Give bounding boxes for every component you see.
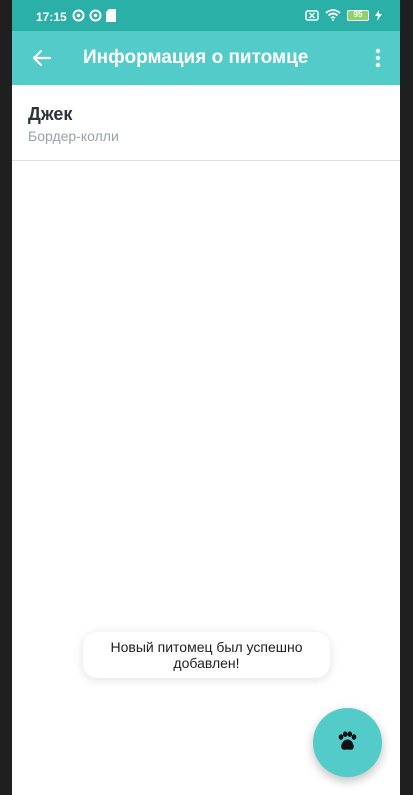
pet-breed: Бордер-колли — [28, 128, 119, 144]
pet-name: Джек — [28, 104, 73, 124]
sync-icon-2 — [89, 9, 102, 22]
pet-list-item[interactable]: Джек Бордер-колли — [12, 85, 400, 161]
status-bar: 17:15 95 — [12, 0, 400, 31]
status-left-icons — [72, 9, 116, 22]
toast-message: Новый питомец был успешно добавлен! — [83, 632, 330, 678]
arrow-back-icon[interactable] — [28, 44, 56, 72]
more-vert-icon[interactable] — [366, 44, 390, 72]
sync-icon — [72, 9, 85, 22]
wifi-icon — [325, 9, 341, 21]
toolbar: Информация о питомце — [12, 31, 400, 85]
paw-icon — [338, 731, 357, 750]
sim-card-icon — [106, 9, 116, 22]
status-right-icons: 95 — [305, 9, 382, 21]
status-time: 17:15 — [36, 10, 67, 24]
charging-icon — [375, 9, 382, 21]
add-pet-fab-button[interactable] — [313, 708, 382, 777]
page-title: Информация о питомце — [83, 47, 309, 68]
no-sim-icon — [305, 9, 319, 21]
battery-icon: 95 — [347, 9, 369, 21]
app-screen: 17:15 95 Информация о питомце Джек Борде… — [12, 0, 400, 795]
